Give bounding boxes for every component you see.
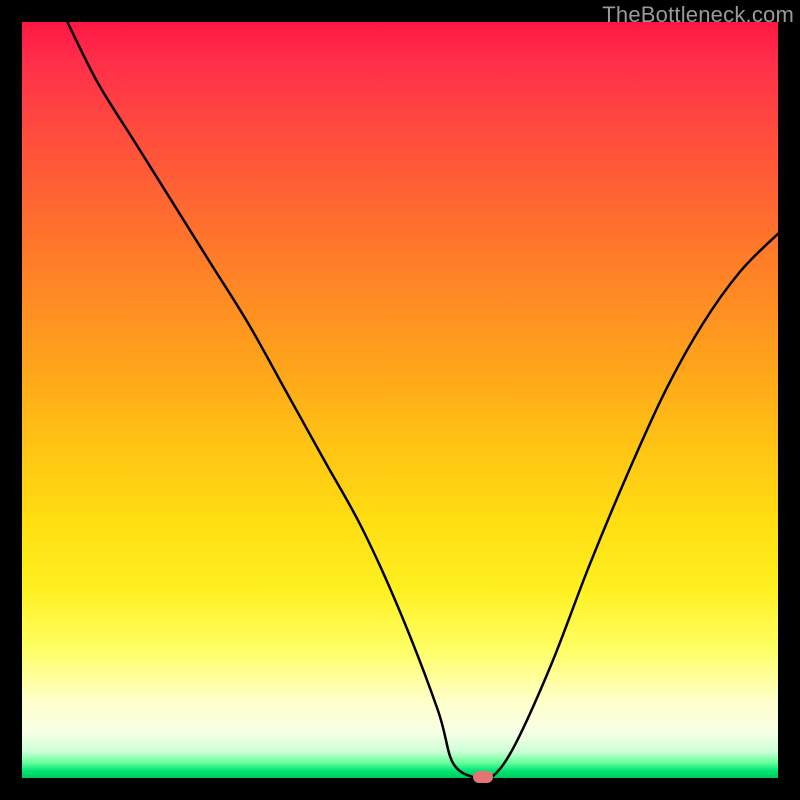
optimal-marker (473, 771, 493, 783)
plot-area (22, 22, 778, 778)
chart-frame: TheBottleneck.com (0, 0, 800, 800)
bottleneck-curve (22, 22, 778, 778)
curve-path (67, 22, 778, 778)
watermark-label: TheBottleneck.com (602, 2, 794, 28)
